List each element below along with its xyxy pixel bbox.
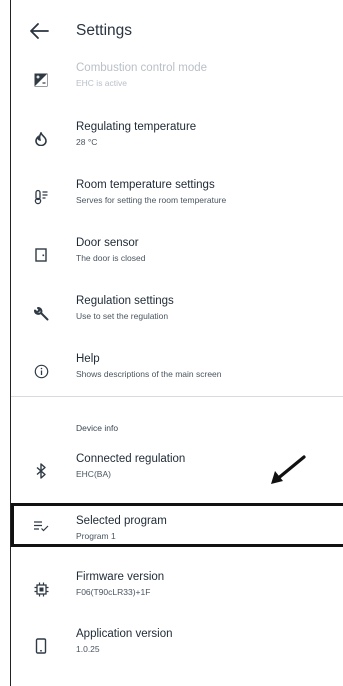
application-version-item[interactable]: Application version 1.0.25 (11, 617, 343, 675)
regulating-temperature-item[interactable]: Regulating temperature 28 °C (11, 110, 343, 168)
item-subtitle: EHC is active (76, 78, 128, 88)
device-info-section-label: Device info (76, 423, 119, 433)
help-item[interactable]: Help Shows descriptions of the main scre… (11, 342, 343, 400)
firmware-version-item[interactable]: Firmware version F06(T90cLR33)+1F (11, 560, 343, 618)
door-sensor-item[interactable]: Door sensor The door is closed (11, 226, 343, 284)
item-title: Door sensor (76, 237, 139, 249)
item-subtitle: Serves for setting the room temperature (76, 195, 227, 205)
item-title: Regulating temperature (76, 121, 197, 133)
item-subtitle: Program 1 (76, 531, 116, 541)
combustion-control-mode-item[interactable]: Combustion control mode EHC is active (11, 51, 343, 109)
item-title: Selected program (76, 515, 167, 527)
smartphone-icon (33, 638, 49, 654)
chip-icon (33, 581, 49, 597)
item-subtitle: The door is closed (76, 253, 146, 263)
item-subtitle: 1.0.25 (76, 644, 100, 654)
item-subtitle: 28 °C (76, 137, 98, 147)
room-temperature-settings-item[interactable]: Room temperature settings Serves for set… (11, 168, 343, 226)
item-title: Regulation settings (76, 295, 174, 307)
wrench-icon (33, 305, 49, 321)
item-title: Connected regulation (76, 453, 186, 465)
item-subtitle: EHC(BA) (76, 469, 111, 479)
bluetooth-icon (33, 463, 49, 479)
exposure-icon (33, 72, 49, 88)
back-arrow-icon[interactable] (28, 21, 50, 41)
item-subtitle: Shows descriptions of the main screen (76, 369, 222, 379)
selected-program-item[interactable]: Selected program Program 1 (11, 500, 343, 550)
playlist-check-icon (33, 517, 49, 533)
item-title: Firmware version (76, 571, 165, 583)
thermometer-icon (33, 189, 49, 205)
item-title: Room temperature settings (76, 179, 215, 191)
page-title: Settings (76, 22, 133, 39)
item-title: Help (76, 353, 100, 365)
item-subtitle: Use to set the regulation (76, 311, 169, 321)
flame-icon (33, 131, 49, 147)
item-subtitle: F06(T90cLR33)+1F (76, 587, 151, 597)
section-divider (11, 396, 343, 397)
regulation-settings-item[interactable]: Regulation settings Use to set the regul… (11, 284, 343, 342)
annotation-arrow (271, 455, 306, 484)
item-title: Application version (76, 628, 173, 640)
door-icon (33, 247, 49, 263)
item-title: Combustion control mode (76, 62, 208, 74)
info-icon (33, 363, 49, 379)
